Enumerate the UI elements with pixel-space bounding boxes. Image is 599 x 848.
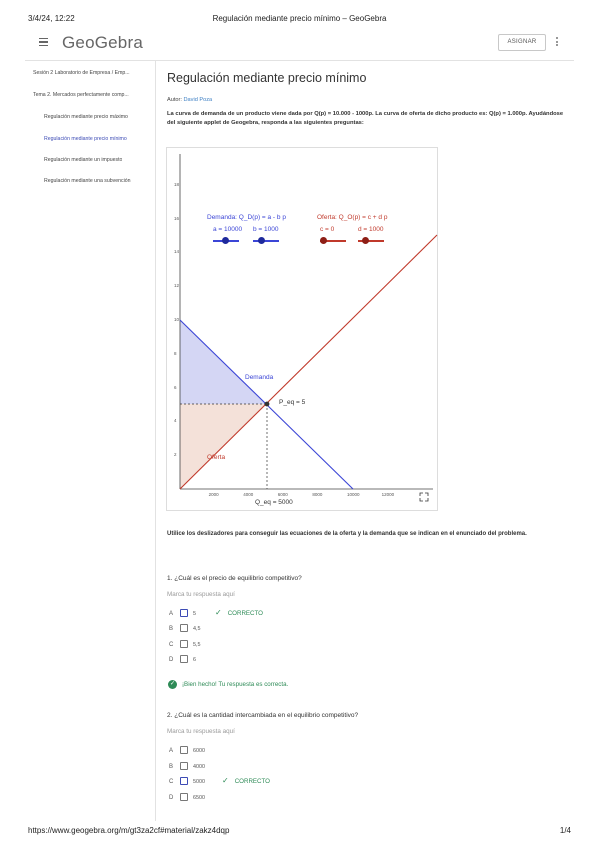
logo-text: GeoGebra [62,33,143,52]
y-tick-label: 4 [174,418,177,424]
slider-b-track[interactable] [253,240,279,242]
question-2-title: 2. ¿Cuál es la cantidad intercambiada en… [167,712,359,719]
q1-option-d-text: 6 [193,657,196,663]
y-tick-label: 18 [174,181,180,187]
q2-correct-label: CORRECTO [234,778,270,785]
x-tick-label: 10000 [347,492,360,497]
x-tick-label: 12000 [381,492,395,497]
q2-correct-tag: ✓ CORRECTO [222,776,270,785]
check-circle-icon: ✓ [168,680,177,689]
y-tick-label: 16 [174,215,180,221]
slider-d-label: d = 1000 [358,226,384,233]
sidebar-item-sesion[interactable]: Sesión 2 Laboratorio de Empresa / Emp... [33,70,153,76]
assign-button[interactable]: ASIGNAR [498,34,546,51]
q1-option-a-letter: A [169,611,174,617]
q1-option-b-checkbox[interactable] [180,624,188,632]
author-line: Autor: David Poza [167,97,212,103]
supply-equation-label: Oferta: Q_O(p) = c + d p [317,214,388,221]
x-tick-label: 2000 [208,492,219,497]
demand-curve-label: Demanda [245,374,274,381]
slider-c-label: c = 0 [320,226,335,233]
slider-b-label: b = 1000 [253,226,279,233]
q2-option-d-letter: D [169,795,174,801]
q2-option-c-letter: C [169,779,174,785]
q2-option-c-checkbox[interactable] [180,777,188,785]
q2-option-b-text: 4000 [193,764,205,770]
peq-label: P_eq = 5 [279,399,306,406]
q2-option-d-text: 6500 [193,795,205,801]
equilibrium-point[interactable] [264,401,270,407]
q1-feedback-text: ¡Bien hecho! Tu respuesta es correcta. [182,681,289,688]
hamburger-menu-icon[interactable] [39,38,48,47]
check-icon: ✓ [215,608,222,617]
sidebar: Sesión 2 Laboratorio de Empresa / Emp...… [25,61,156,821]
y-tick-label: 14 [174,249,180,255]
x-tick-label: 8000 [312,492,323,497]
author-label: Autor: [167,97,182,103]
q2-option-b-letter: B [169,764,174,770]
y-tick-label: 6 [174,384,177,390]
q1-correct-tag: ✓ CORRECTO [215,608,263,617]
q2-option-d-checkbox[interactable] [180,793,188,801]
sidebar-item-precio-minimo[interactable]: Regulación mediante precio mínimo [44,136,127,142]
y-tick-label: 2 [174,452,177,458]
q1-option-b-letter: B [169,626,174,632]
sidebar-item-impuesto[interactable]: Regulación mediante un impuesto [44,157,122,163]
q1-option-d-letter: D [169,657,174,663]
qeq-label: Q_eq = 5000 [255,499,293,506]
author-link[interactable]: David Poza [184,97,213,103]
question-1-placeholder: Marca tu respuesta aquí [167,591,235,598]
q1-correct-label: CORRECTO [227,610,263,617]
x-tick-label: 6000 [277,492,288,497]
problem-statement: La curva de demanda de un producto viene… [167,111,564,126]
q2-option-a-letter: A [169,748,174,754]
slider-instructions: Utilice los deslizadores para conseguir … [167,531,527,537]
x-tick-label: 4000 [243,492,254,497]
q2-option-c-text: 5000 [193,779,205,785]
geogebra-applet[interactable]: 18 16 14 12 10 8 6 4 2 2000 4000 6000 8000 10000 1200… [166,147,438,511]
question-2-placeholder: Marca tu respuesta aquí [167,728,235,735]
q1-option-a-text: 5 [193,611,196,617]
q1-option-c-checkbox[interactable] [180,640,188,648]
q2-option-a-text: 6000 [193,748,205,754]
question-1-title: 1. ¿Cuál es el precio de equilibrio comp… [167,575,302,582]
q1-option-c-letter: C [169,642,174,648]
supply-curve-label: Oferta [207,454,226,461]
slider-b-handle[interactable] [258,237,265,244]
page-title: Regulación mediante precio mínimo [167,71,367,85]
geogebra-logo[interactable]: GeoGebra [62,33,143,53]
y-tick-label: 10 [174,317,180,322]
print-url: https://www.geogebra.org/m/gt3za2cf#mate… [28,826,230,835]
fullscreen-icon[interactable] [419,492,429,502]
sidebar-item-tema[interactable]: Tema 2. Mercados perfectamente comp... [33,92,153,98]
print-title: Regulación mediante precio mínimo – GeoG… [212,14,387,23]
q1-option-b-text: 4,5 [193,626,201,632]
slider-d-handle[interactable] [362,237,369,244]
q2-option-b-checkbox[interactable] [180,762,188,770]
check-icon: ✓ [222,776,229,785]
q2-option-a-checkbox[interactable] [180,746,188,754]
slider-a-label: a = 10000 [213,226,243,233]
print-page-number: 1/4 [559,826,571,835]
y-tick-label: 12 [174,283,180,289]
q1-option-d-checkbox[interactable] [180,655,188,663]
sidebar-item-precio-maximo[interactable]: Regulación mediante precio máximo [44,114,128,120]
slider-c-handle[interactable] [320,237,327,244]
y-tick-label: 8 [174,350,177,356]
sidebar-item-subvencion[interactable]: Regulación mediante una subvención [44,178,131,184]
app-header: GeoGebra ASIGNAR [25,26,574,61]
q1-option-c-text: 5,5 [193,642,201,648]
q1-option-a-checkbox[interactable] [180,609,188,617]
slider-a-handle[interactable] [222,237,229,244]
more-options-icon[interactable] [556,37,559,48]
demand-equation-label: Demanda: Q_D(p) = a - b p [207,214,286,221]
